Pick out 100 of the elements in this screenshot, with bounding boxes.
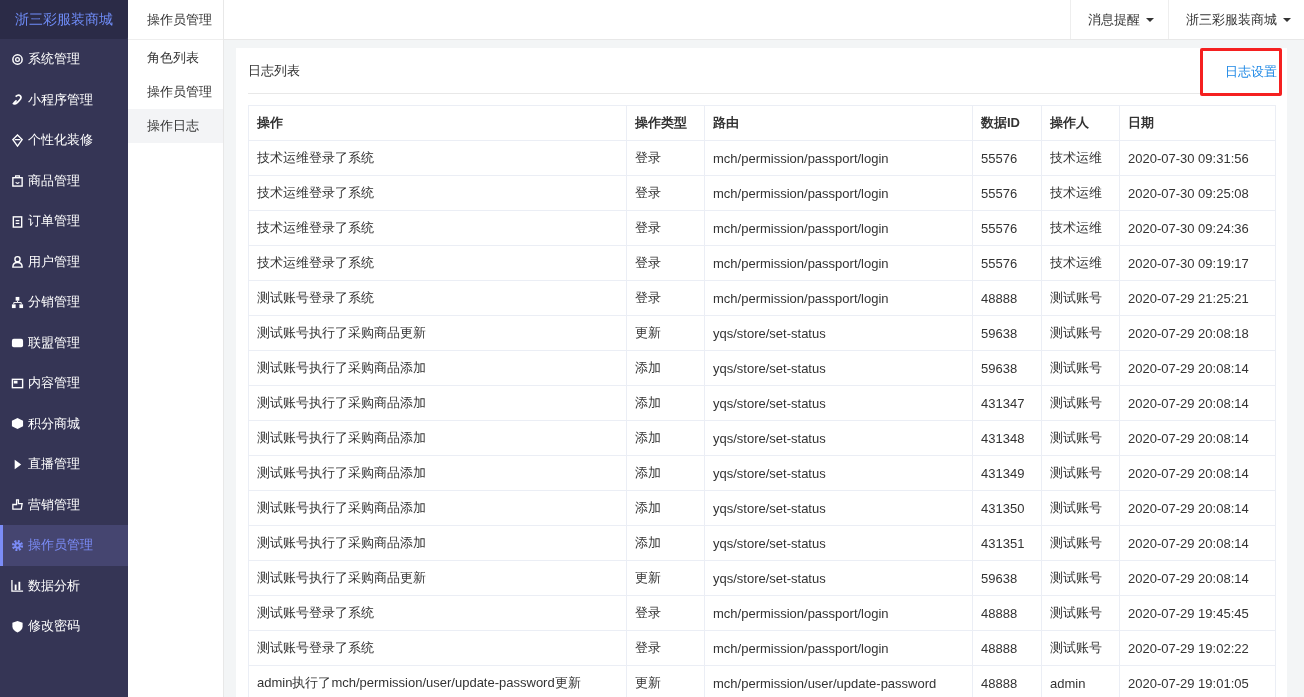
- submenu-title: 操作员管理: [147, 10, 212, 29]
- shield-icon: [11, 619, 24, 633]
- table-cell: 测试账号: [1041, 455, 1120, 491]
- table-cell: yqs/store/set-status: [704, 315, 973, 351]
- bag-icon: [11, 174, 24, 188]
- table-cell: yqs/store/set-status: [704, 525, 973, 561]
- cube-icon: [11, 417, 24, 431]
- sidebar-item[interactable]: 营销管理: [0, 484, 128, 525]
- table-cell: 添加: [626, 420, 705, 456]
- table-cell: 技术运维登录了系统: [248, 210, 627, 246]
- table-cell: mch/permission/passport/login: [704, 175, 973, 211]
- table-cell: 2020-07-29 20:08:14: [1119, 455, 1276, 491]
- sidebar-item[interactable]: 联盟管理: [0, 322, 128, 363]
- table-cell: 431348: [972, 420, 1042, 456]
- table-cell: 48888: [972, 630, 1042, 666]
- sidebar-item[interactable]: 用户管理: [0, 241, 128, 282]
- table-cell: 测试账号执行了采购商品添加: [248, 490, 627, 526]
- caret-icon: [1283, 17, 1291, 22]
- table-cell: 技术运维: [1041, 175, 1120, 211]
- table-cell: 技术运维登录了系统: [248, 245, 627, 281]
- table-cell: 2020-07-29 20:08:14: [1119, 560, 1276, 596]
- table-cell: 2020-07-29 20:08:14: [1119, 350, 1276, 386]
- table-cell: mch/permission/passport/login: [704, 245, 973, 281]
- table-cell: 55576: [972, 245, 1042, 281]
- column-header: 日期: [1119, 105, 1276, 141]
- table-cell: 测试账号执行了采购商品添加: [248, 455, 627, 491]
- table-cell: mch/permission/passport/login: [704, 140, 973, 176]
- table-cell: 测试账号: [1041, 280, 1120, 316]
- table-cell: 59638: [972, 350, 1042, 386]
- sidebar-item[interactable]: 积分商城: [0, 403, 128, 444]
- store-logo-text: 浙三彩服装商城: [15, 10, 113, 29]
- column-header: 路由: [704, 105, 973, 141]
- clipboard-icon: [11, 214, 24, 228]
- table-cell: 2020-07-29 20:08:14: [1119, 385, 1276, 421]
- table-cell: 2020-07-30 09:31:56: [1119, 140, 1276, 176]
- table-cell: 测试账号登录了系统: [248, 280, 627, 316]
- table-cell: 添加: [626, 525, 705, 561]
- sidebar-item[interactable]: 数据分析: [0, 565, 128, 606]
- table-cell: 431349: [972, 455, 1042, 491]
- table-cell: 测试账号: [1041, 630, 1120, 666]
- table-cell: 测试账号执行了采购商品更新: [248, 315, 627, 351]
- table-cell: 技术运维: [1041, 245, 1120, 281]
- caret-icon: [1146, 17, 1154, 22]
- table-cell: 测试账号: [1041, 525, 1120, 561]
- table-cell: 添加: [626, 490, 705, 526]
- table-cell: 测试账号执行了采购商品更新: [248, 560, 627, 596]
- table-cell: 2020-07-29 20:08:14: [1119, 490, 1276, 526]
- sidebar-item[interactable]: 系统管理: [0, 39, 128, 80]
- table-cell: yqs/store/set-status: [704, 455, 973, 491]
- table-cell: 2020-07-29 21:25:21: [1119, 280, 1276, 316]
- table-cell: 48888: [972, 595, 1042, 631]
- table-cell: 2020-07-29 20:08:14: [1119, 420, 1276, 456]
- table-cell: 登录: [626, 140, 705, 176]
- table-cell: 测试账号执行了采购商品添加: [248, 525, 627, 561]
- sidebar-item[interactable]: 商品管理: [0, 160, 128, 201]
- table-cell: 登录: [626, 595, 705, 631]
- table-cell: 测试账号: [1041, 595, 1120, 631]
- table-cell: 2020-07-29 19:45:45: [1119, 595, 1276, 631]
- table-cell: mch/permission/passport/login: [704, 630, 973, 666]
- dropdown-menu[interactable]: 消息提醒: [1070, 0, 1168, 39]
- table-cell: 测试账号登录了系统: [248, 595, 627, 631]
- table-cell: yqs/store/set-status: [704, 420, 973, 456]
- table-cell: 测试账号: [1041, 560, 1120, 596]
- table-cell: 测试账号: [1041, 350, 1120, 386]
- table-cell: 登录: [626, 245, 705, 281]
- submenu-item[interactable]: 角色列表: [128, 41, 223, 75]
- sidebar-item[interactable]: 分销管理: [0, 282, 128, 323]
- table-cell: 2020-07-29 19:02:22: [1119, 630, 1276, 666]
- table-cell: 登录: [626, 280, 705, 316]
- column-header: 操作人: [1041, 105, 1120, 141]
- table-cell: admin执行了mch/permission/user/update-password更新: [248, 665, 627, 697]
- log-settings-link[interactable]: 日志设置: [1200, 48, 1282, 96]
- table-cell: 更新: [626, 560, 705, 596]
- table-cell: mch/permission/passport/login: [704, 210, 973, 246]
- table-cell: 2020-07-30 09:19:17: [1119, 245, 1276, 281]
- submenu-item[interactable]: 操作员管理: [128, 75, 223, 109]
- sidebar-item[interactable]: 内容管理: [0, 363, 128, 404]
- table-cell: yqs/store/set-status: [704, 385, 973, 421]
- hierarchy-icon: [11, 295, 24, 309]
- table-cell: 2020-07-30 09:25:08: [1119, 175, 1276, 211]
- table-cell: 登录: [626, 175, 705, 211]
- table-cell: 技术运维登录了系统: [248, 175, 627, 211]
- diamond-icon: [11, 133, 24, 147]
- panel-icon: [11, 376, 24, 390]
- sidebar-item[interactable]: 订单管理: [0, 201, 128, 242]
- gear-icon: [11, 52, 24, 66]
- submenu-item[interactable]: 操作日志: [128, 109, 223, 143]
- sidebar-item[interactable]: 直播管理: [0, 444, 128, 485]
- table-cell: yqs/store/set-status: [704, 560, 973, 596]
- table-cell: 技术运维登录了系统: [248, 140, 627, 176]
- table-cell: 测试账号执行了采购商品添加: [248, 420, 627, 456]
- table-cell: 2020-07-30 09:24:36: [1119, 210, 1276, 246]
- sidebar-item[interactable]: 个性化装修: [0, 120, 128, 161]
- card-title: 日志列表: [248, 61, 300, 80]
- column-header: 操作类型: [626, 105, 705, 141]
- table-cell: 测试账号执行了采购商品添加: [248, 350, 627, 386]
- sidebar-item[interactable]: 修改密码: [0, 606, 128, 647]
- sidebar-item[interactable]: 小程序管理: [0, 79, 128, 120]
- dropdown-menu[interactable]: 浙三彩服装商城: [1168, 0, 1304, 39]
- column-header: 操作: [248, 105, 627, 141]
